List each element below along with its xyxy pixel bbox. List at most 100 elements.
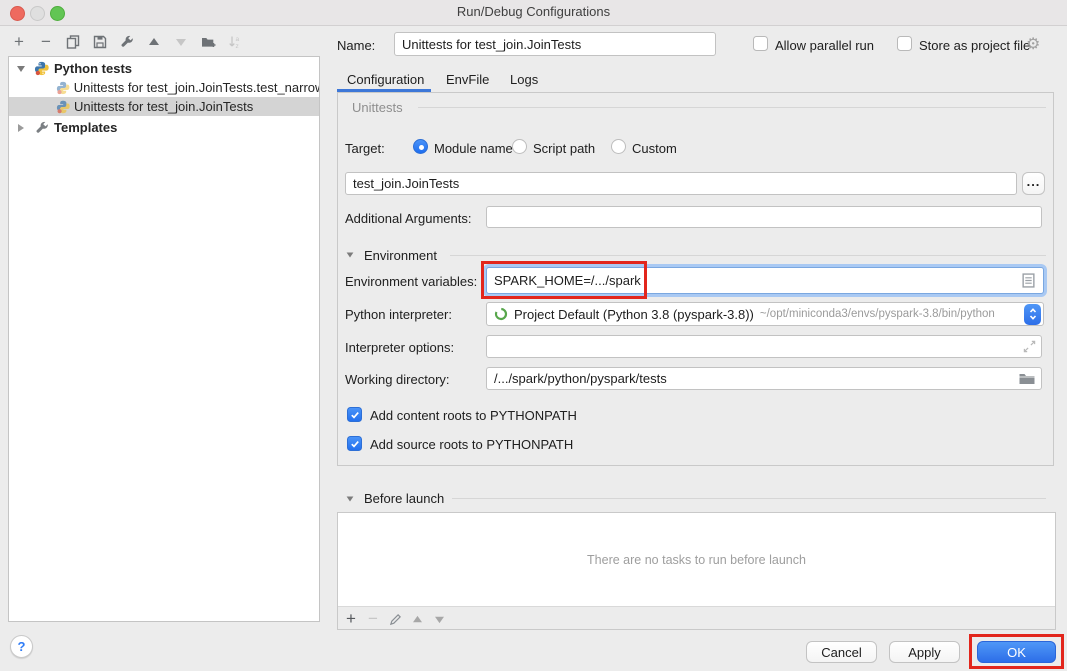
collapse-icon[interactable] (17, 66, 25, 72)
tab-logs[interactable]: Logs (510, 72, 538, 87)
before-launch-section-title: Before launch (364, 491, 444, 506)
allow-parallel-run-checkbox[interactable] (753, 36, 768, 51)
name-label: Name: (337, 38, 375, 53)
tree-item-label: Unittests for test_join.JoinTests (74, 99, 253, 114)
group-divider (418, 107, 1046, 108)
cancel-button[interactable]: Cancel (806, 641, 877, 663)
environment-divider (450, 255, 1046, 256)
arrow-down-icon (175, 37, 187, 47)
window-title: Run/Debug Configurations (0, 4, 1067, 19)
python-icon (34, 61, 49, 76)
unittests-group-title: Unittests (352, 100, 403, 115)
before-launch-list: There are no tasks to run before launch (338, 513, 1055, 607)
store-as-project-file-checkbox[interactable] (897, 36, 912, 51)
save-configuration-button[interactable] (89, 32, 111, 52)
env-vars-browse-icon[interactable] (1022, 273, 1035, 288)
radio-module-name-label: Module name (434, 141, 513, 156)
sidebar-toolbar: + − a z (8, 32, 246, 52)
ok-button[interactable]: OK (977, 641, 1056, 663)
python-test-icon (56, 100, 70, 114)
expand-field-icon[interactable] (1023, 340, 1036, 353)
help-button[interactable]: ? (10, 635, 33, 658)
before-launch-collapse-icon[interactable] (347, 496, 354, 501)
gear-icon[interactable]: ⚙ (1026, 34, 1040, 54)
add-configuration-button[interactable]: + (8, 32, 30, 52)
copy-configuration-button[interactable] (62, 32, 84, 52)
add-content-roots-checkbox[interactable] (347, 407, 362, 422)
sort-az-icon: a z (228, 35, 242, 49)
python-test-icon (56, 81, 70, 95)
before-launch-panel: There are no tasks to run before launch … (337, 512, 1056, 630)
minus-icon: − (368, 610, 378, 628)
new-folder-button[interactable] (197, 32, 219, 52)
store-as-project-file-label: Store as project file (919, 38, 1030, 53)
edit-task-button[interactable] (386, 609, 404, 629)
before-launch-toolbar: + − (342, 609, 448, 629)
radio-module-name[interactable] (413, 139, 428, 154)
working-directory-input[interactable] (486, 367, 1042, 390)
remove-task-button[interactable]: − (364, 609, 382, 629)
wrench-icon (120, 35, 134, 49)
minus-icon: − (41, 33, 51, 51)
add-content-roots-label: Add content roots to PYTHONPATH (370, 408, 577, 423)
radio-custom-label: Custom (632, 141, 677, 156)
add-source-roots-checkbox[interactable] (347, 436, 362, 451)
ok-button-label: OK (1007, 645, 1026, 660)
arrow-down-icon (434, 615, 445, 624)
python-interpreter-value: Project Default (Python 3.8 (pyspark-3.8… (514, 307, 754, 322)
radio-script-path[interactable] (512, 139, 527, 154)
folder-add-icon (201, 35, 216, 49)
environment-variables-input[interactable] (486, 267, 1044, 294)
radio-custom[interactable] (611, 139, 626, 154)
conda-env-icon (494, 307, 508, 321)
python-interpreter-select[interactable]: Project Default (Python 3.8 (pyspark-3.8… (486, 302, 1044, 326)
allow-parallel-run-label: Allow parallel run (775, 38, 874, 53)
arrow-up-icon (412, 615, 423, 624)
apply-button-label: Apply (908, 645, 941, 660)
name-input[interactable] (394, 32, 716, 56)
tree-item-unittests-jointests[interactable]: Unittests for test_join.JoinTests (9, 97, 319, 116)
remove-configuration-button[interactable]: − (35, 32, 57, 52)
interpreter-options-input[interactable] (486, 335, 1042, 358)
move-task-down-button[interactable] (430, 609, 448, 629)
tab-envfile[interactable]: EnvFile (446, 72, 489, 87)
add-task-button[interactable]: + (342, 609, 360, 629)
environment-section-title: Environment (364, 248, 437, 263)
tree-item-unittests-test-narrow[interactable]: Unittests for test_join.JoinTests.test_n… (9, 78, 319, 97)
tree-item-label: Templates (54, 120, 117, 135)
expand-icon[interactable] (18, 124, 24, 132)
edit-templates-button[interactable] (116, 32, 138, 52)
apply-button[interactable]: Apply (889, 641, 960, 663)
svg-text:z: z (236, 43, 239, 49)
folder-icon[interactable] (1019, 373, 1035, 385)
arrow-up-icon (148, 37, 160, 47)
environment-collapse-icon[interactable] (347, 252, 354, 257)
title-bar: Run/Debug Configurations (0, 0, 1067, 26)
add-source-roots-label: Add source roots to PYTHONPATH (370, 437, 573, 452)
select-stepper-icon[interactable] (1024, 304, 1041, 325)
tab-configuration[interactable]: Configuration (347, 72, 424, 87)
browse-target-button[interactable]: ... (1022, 172, 1045, 195)
plus-icon: + (346, 610, 356, 628)
tree-item-label: Python tests (54, 61, 132, 76)
environment-variables-label: Environment variables: (345, 274, 477, 289)
pencil-icon (389, 613, 402, 626)
sort-configurations-button[interactable]: a z (224, 32, 246, 52)
before-launch-empty-text: There are no tasks to run before launch (587, 553, 806, 567)
move-down-button[interactable] (170, 32, 192, 52)
tree-item-python-tests[interactable]: Python tests (9, 59, 319, 78)
additional-arguments-label: Additional Arguments: (345, 211, 471, 226)
python-interpreter-label: Python interpreter: (345, 307, 452, 322)
move-task-up-button[interactable] (408, 609, 426, 629)
additional-arguments-input[interactable] (486, 206, 1042, 228)
check-icon (350, 410, 360, 420)
configurations-tree: Python tests Unittests for test_join.Joi… (8, 56, 320, 622)
tree-item-templates[interactable]: Templates (9, 118, 319, 137)
check-icon (350, 439, 360, 449)
tree-item-label: Unittests for test_join.JoinTests.test_n… (74, 80, 319, 95)
move-up-button[interactable] (143, 32, 165, 52)
plus-icon: + (14, 33, 24, 51)
copy-icon (66, 35, 80, 49)
target-input[interactable] (345, 172, 1017, 195)
interpreter-options-label: Interpreter options: (345, 340, 454, 355)
